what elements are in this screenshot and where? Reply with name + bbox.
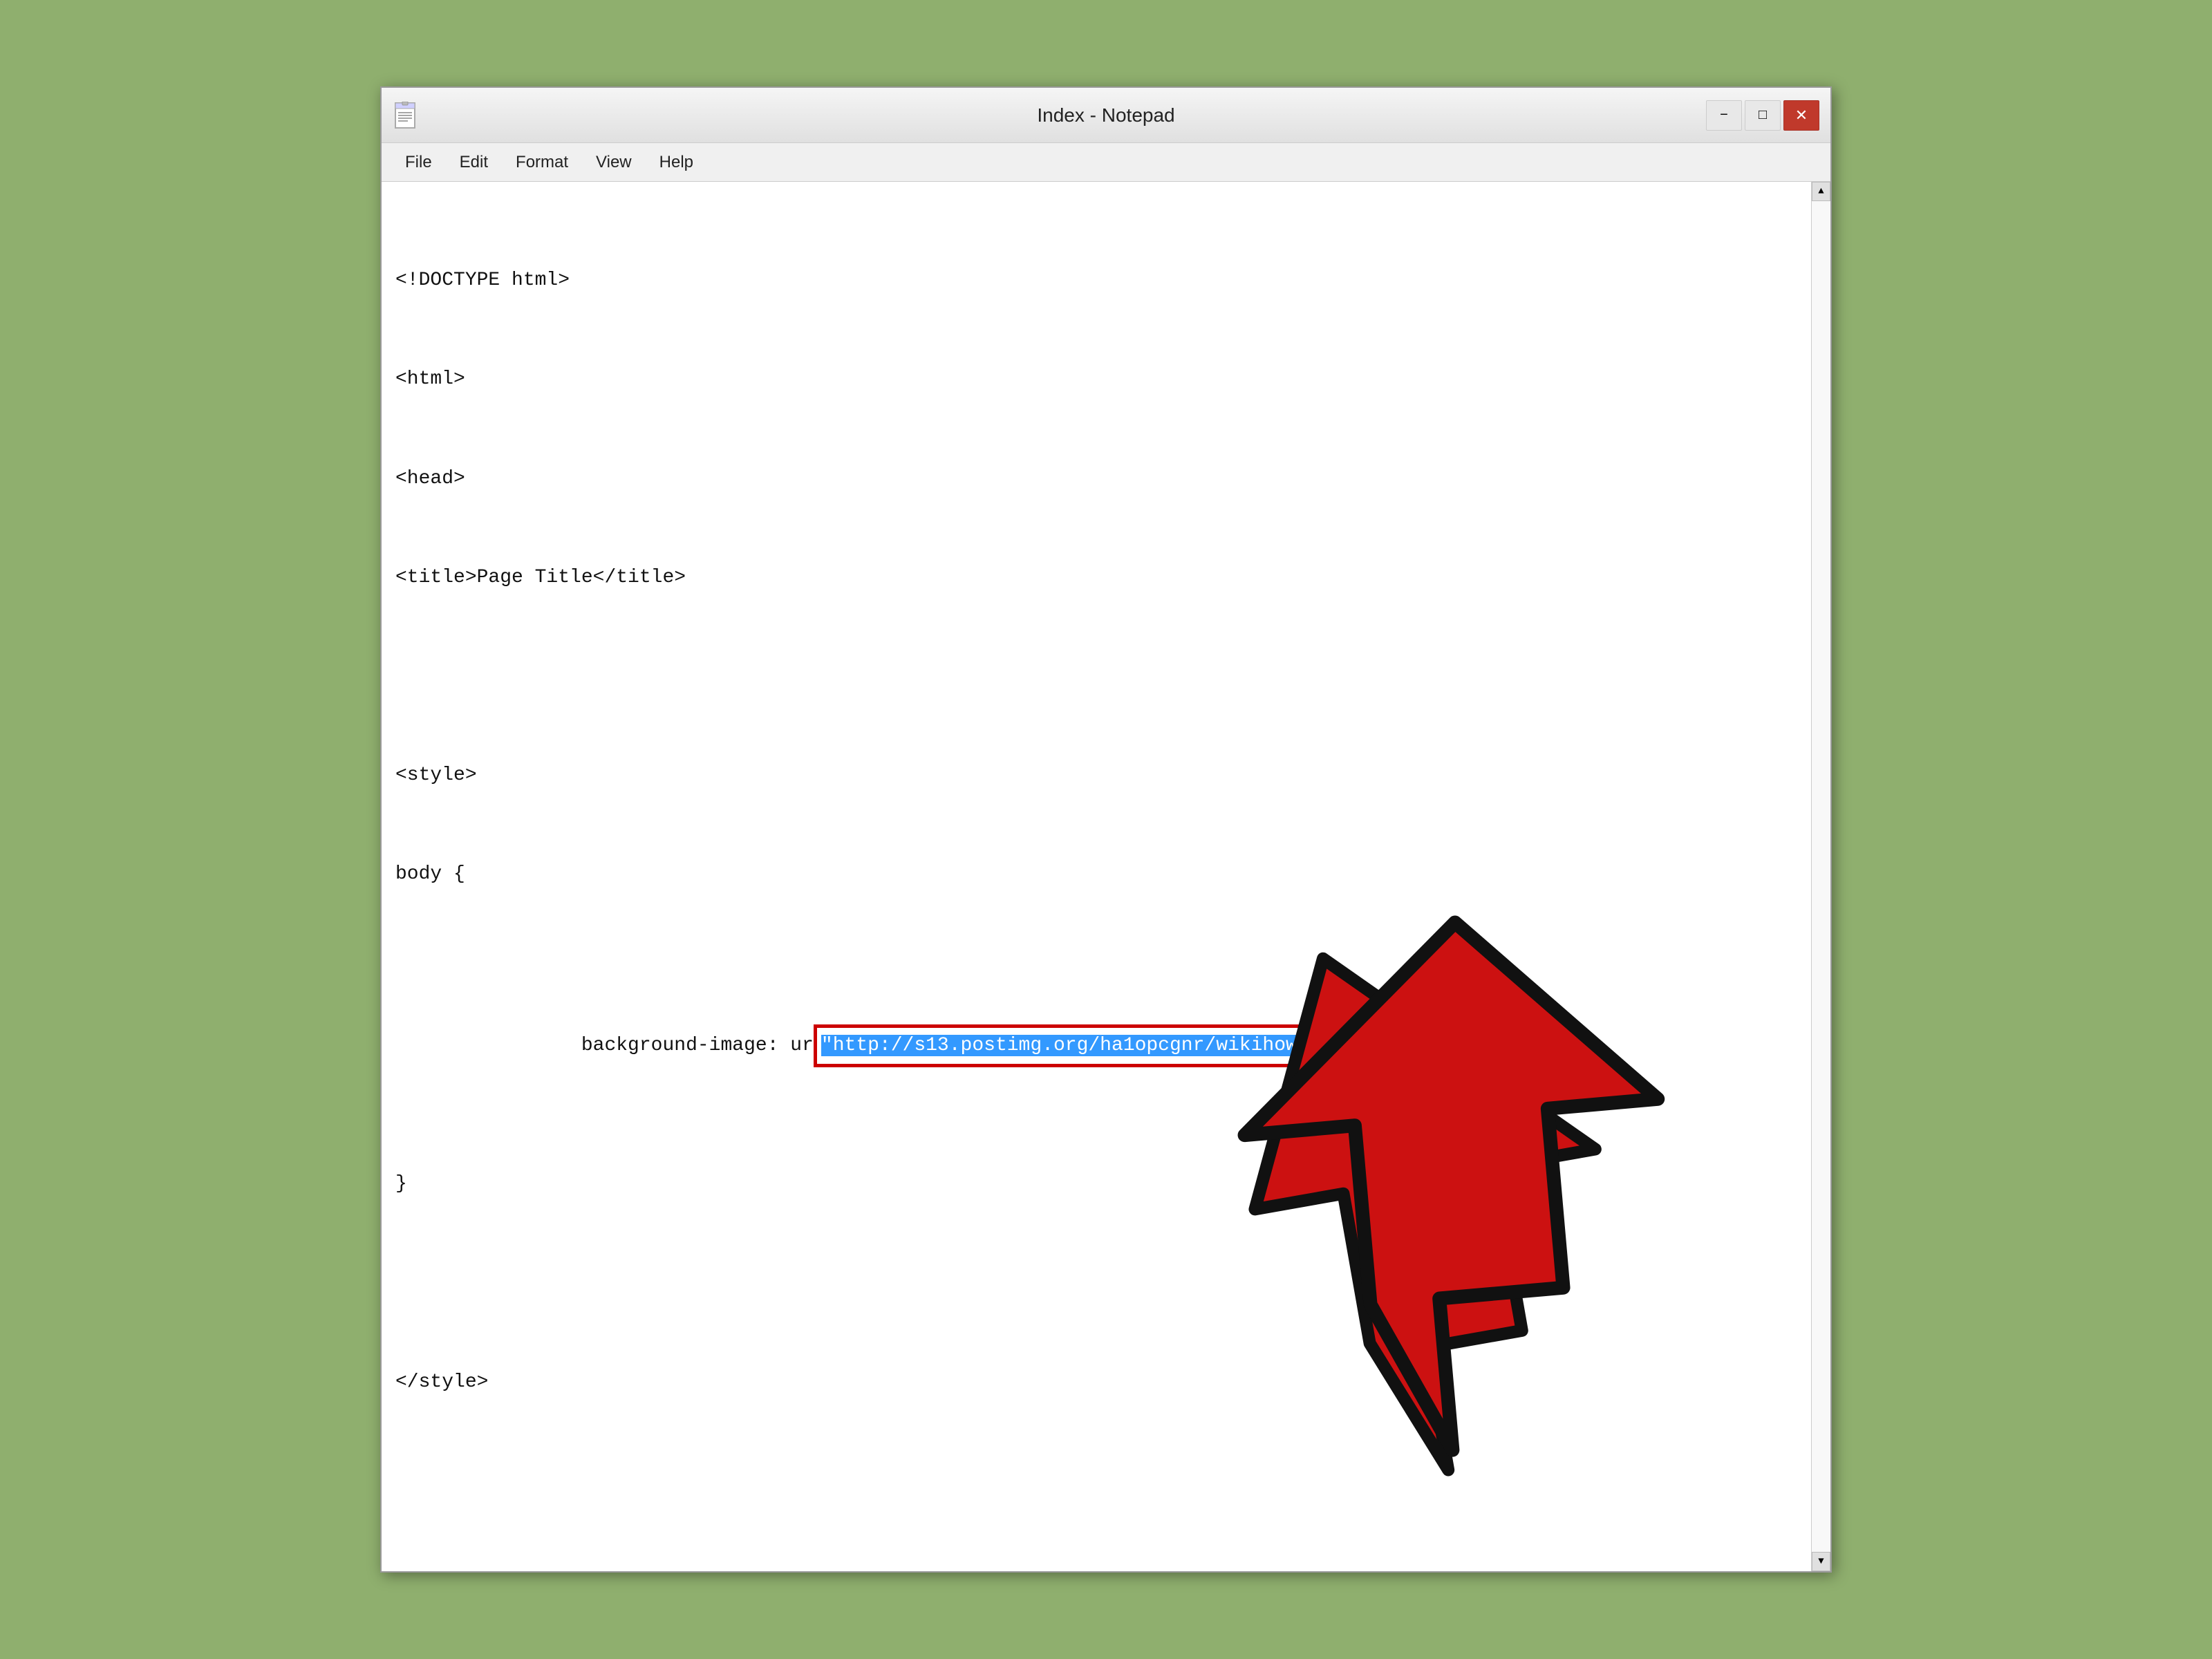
code-line-8: background-image: ur "http://s13.postimg.… — [395, 990, 1797, 1102]
scroll-up-arrow[interactable]: ▲ — [1812, 182, 1830, 201]
code-line-3: <head> — [395, 462, 1797, 496]
code-line-1: <!DOCTYPE html> — [395, 264, 1797, 297]
maximize-button[interactable]: □ — [1745, 100, 1781, 131]
menu-item-help[interactable]: Help — [647, 149, 706, 176]
code-line-10 — [395, 1266, 1797, 1300]
menu-item-view[interactable]: View — [583, 149, 644, 176]
code-line-6: <style> — [395, 759, 1797, 792]
window-title: Index - Notepad — [1037, 104, 1174, 126]
menu-item-file[interactable]: File — [393, 149, 444, 176]
title-bar: Index - Notepad − □ ✕ — [382, 88, 1830, 143]
title-bar-left — [393, 102, 420, 129]
code-line-2: <html> — [395, 363, 1797, 396]
title-bar-controls: − □ ✕ — [1706, 100, 1819, 131]
scroll-down-arrow[interactable]: ▼ — [1812, 1552, 1830, 1571]
menu-item-format[interactable]: Format — [503, 149, 581, 176]
url-highlight-box: "http://s13.postimg.org/ha1opcgnr/wikiho… — [814, 1024, 1387, 1067]
scrollbar-vertical[interactable]: ▲ ▼ — [1811, 182, 1830, 1571]
scrollbar-track[interactable] — [1812, 201, 1830, 1552]
code-line-9: } — [395, 1168, 1797, 1201]
code-prefix-8: background-image: ur — [488, 1035, 813, 1056]
close-button[interactable]: ✕ — [1783, 100, 1819, 131]
code-line-7: body { — [395, 858, 1797, 891]
editor-area[interactable]: <!DOCTYPE html> <html> <head> <title>Pag… — [382, 182, 1830, 1571]
menu-item-edit[interactable]: Edit — [447, 149, 500, 176]
editor-content[interactable]: <!DOCTYPE html> <html> <head> <title>Pag… — [382, 182, 1811, 1571]
notepad-app-icon — [393, 102, 420, 129]
url-selected-text: "http://s13.postimg.org/ha1opcgnr/wikiho… — [821, 1035, 1379, 1056]
code-line-12 — [395, 1465, 1797, 1498]
notepad-window: Index - Notepad − □ ✕ File Edit Format V… — [380, 86, 1832, 1573]
menu-bar: File Edit Format View Help — [382, 143, 1830, 182]
minimize-button[interactable]: − — [1706, 100, 1742, 131]
code-line-11: </style> — [395, 1366, 1797, 1399]
code-line-4: <title>Page Title</title> — [395, 561, 1797, 594]
code-line-5 — [395, 660, 1797, 693]
code-line-13: </head> I — [395, 1564, 1797, 1571]
